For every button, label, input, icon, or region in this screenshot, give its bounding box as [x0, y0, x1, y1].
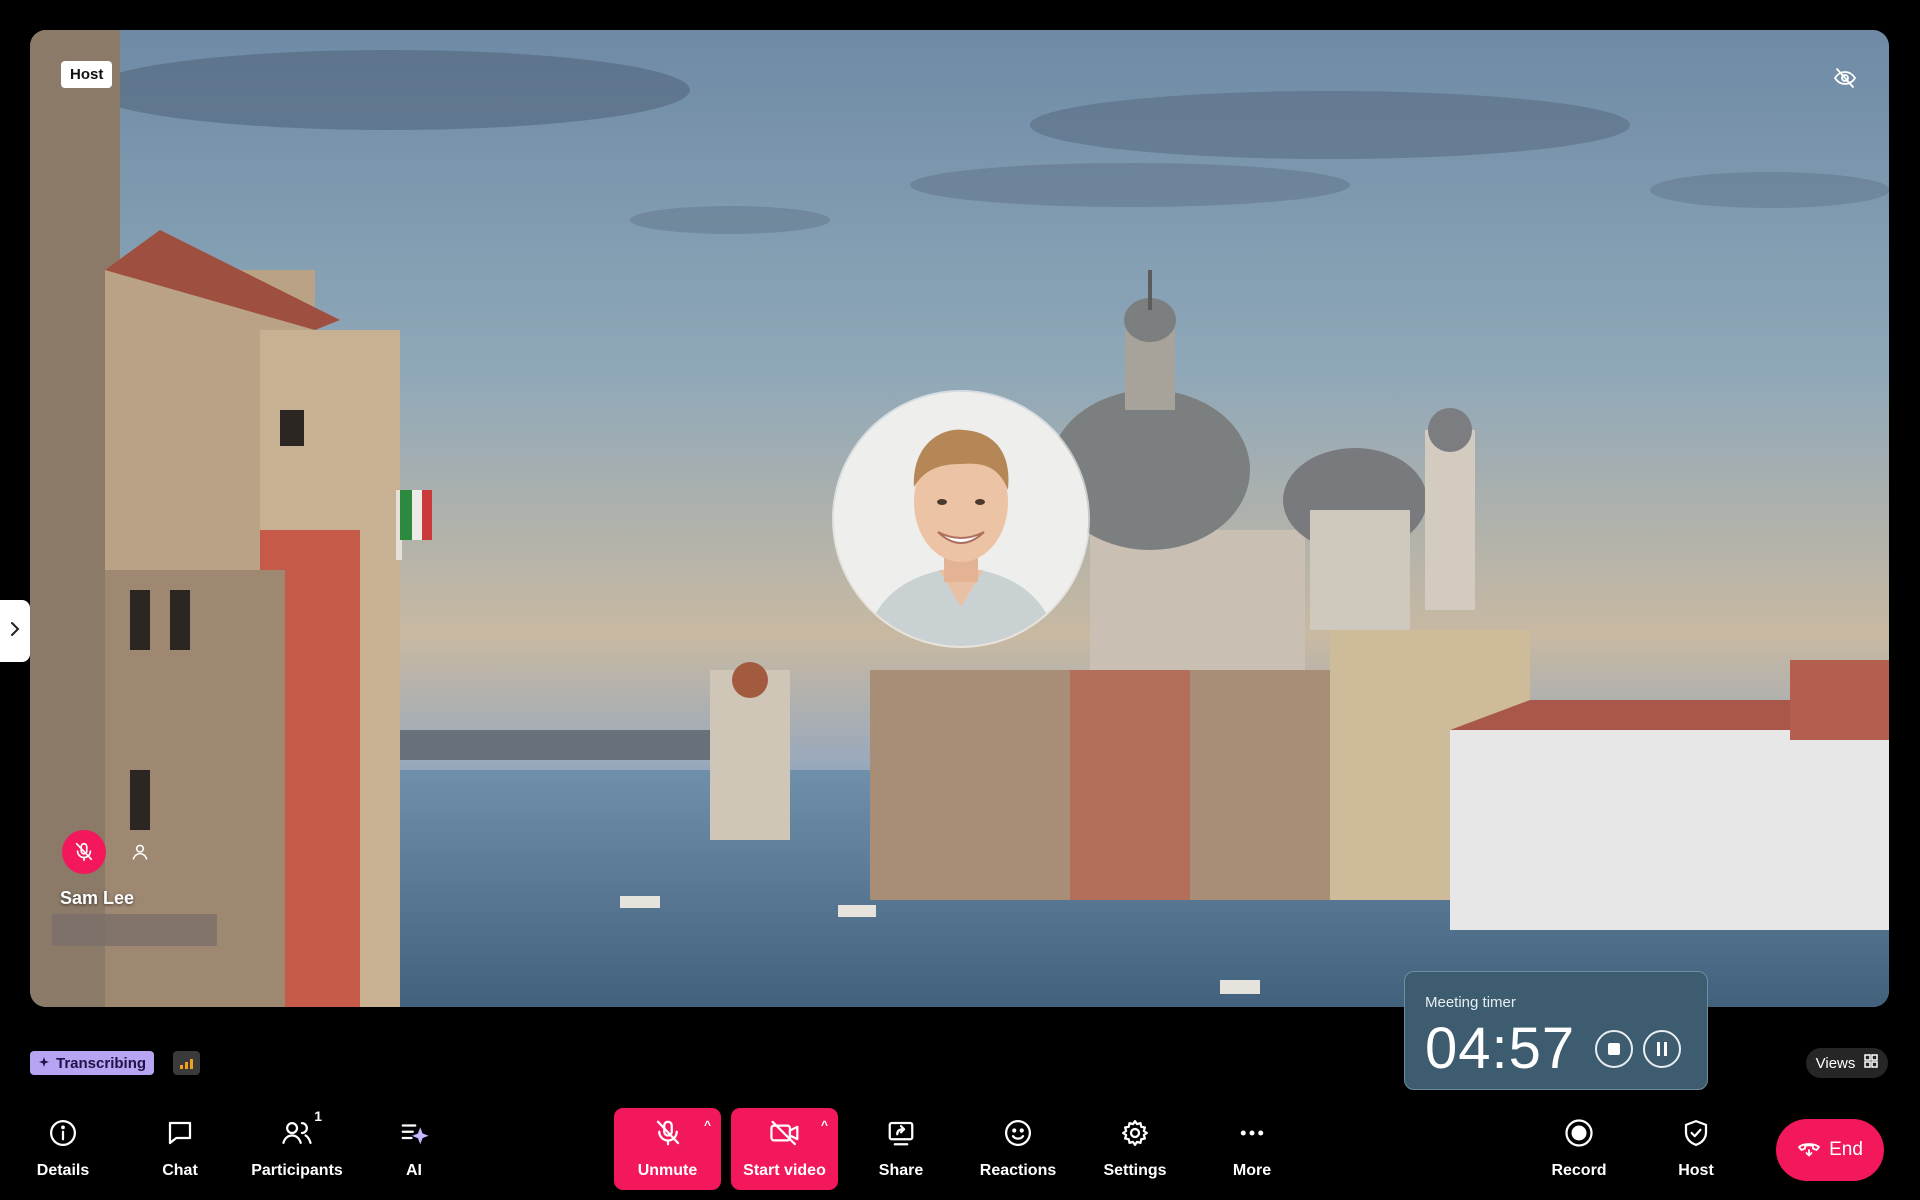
- chevron-up-icon[interactable]: ^: [821, 1118, 828, 1132]
- share-screen-icon: [884, 1116, 918, 1150]
- video-off-icon: [768, 1116, 802, 1150]
- reactions-label: Reactions: [979, 1162, 1057, 1179]
- timer-value: 04:57: [1425, 1016, 1576, 1081]
- ai-button[interactable]: AI: [359, 1108, 469, 1190]
- settings-label: Settings: [1103, 1162, 1167, 1179]
- host-tag: Host: [61, 61, 113, 88]
- settings-button[interactable]: Settings: [1080, 1108, 1190, 1190]
- mic-off-icon: [651, 1116, 685, 1150]
- gear-icon: [1118, 1116, 1152, 1150]
- ai-label: AI: [406, 1162, 422, 1179]
- end-label: End: [1829, 1139, 1863, 1160]
- host-button[interactable]: Host: [1641, 1108, 1751, 1190]
- transcribing-label: Transcribing: [56, 1054, 147, 1072]
- share-label: Share: [878, 1162, 924, 1179]
- details-label: Details: [36, 1162, 90, 1179]
- start-video-button[interactable]: ^ Start video: [731, 1108, 838, 1190]
- reactions-button[interactable]: Reactions: [963, 1108, 1073, 1190]
- name-strip: [52, 914, 217, 946]
- video-stage: Host Sam Lee: [30, 30, 1889, 1007]
- participants-button[interactable]: 1 Participants: [242, 1108, 352, 1190]
- chevron-right-icon: [8, 619, 22, 644]
- views-button[interactable]: Views: [1806, 1048, 1888, 1078]
- share-button[interactable]: Share: [846, 1108, 956, 1190]
- smiley-icon: [1001, 1116, 1035, 1150]
- record-button[interactable]: Record: [1524, 1108, 1634, 1190]
- timer-stop-button[interactable]: [1595, 1030, 1634, 1068]
- participant-avatar: [834, 392, 1088, 646]
- hide-self-view-icon[interactable]: [1831, 64, 1859, 92]
- timer-title: Meeting timer: [1425, 994, 1516, 1011]
- more-label: More: [1232, 1162, 1272, 1179]
- chat-bubble-icon: [163, 1116, 197, 1150]
- hang-up-icon: [1797, 1136, 1821, 1164]
- end-meeting-button[interactable]: End: [1776, 1119, 1884, 1181]
- mic-muted-badge: [62, 830, 106, 874]
- ellipsis-icon: [1235, 1116, 1269, 1150]
- transcribing-badge[interactable]: Transcribing: [30, 1051, 155, 1075]
- unmute-label: Unmute: [637, 1162, 698, 1179]
- pause-icon: [1657, 1042, 1668, 1056]
- connection-signal-icon[interactable]: [173, 1051, 200, 1075]
- participant-name: Sam Lee: [60, 888, 135, 908]
- sparkle-icon: [38, 1055, 50, 1072]
- participants-count: 1: [314, 1108, 322, 1124]
- shield-check-icon: [1679, 1116, 1713, 1150]
- host-label: Host: [1678, 1162, 1714, 1179]
- person-icon: [130, 842, 150, 862]
- timer-pause-button[interactable]: [1643, 1030, 1682, 1068]
- record-label: Record: [1551, 1162, 1607, 1179]
- stop-icon: [1608, 1043, 1621, 1055]
- ai-sparkle-icon: [397, 1116, 431, 1150]
- expand-panel-button[interactable]: [0, 600, 30, 662]
- participants-label: Participants: [251, 1162, 343, 1179]
- record-icon: [1562, 1116, 1596, 1150]
- grid-icon: [1864, 1054, 1879, 1072]
- people-icon: 1: [280, 1108, 322, 1150]
- meeting-timer: Meeting timer 04:57: [1404, 971, 1708, 1090]
- info-icon: [46, 1116, 80, 1150]
- views-label: Views: [1815, 1054, 1856, 1072]
- start-video-label: Start video: [743, 1162, 826, 1179]
- more-button[interactable]: More: [1197, 1108, 1307, 1190]
- details-button[interactable]: Details: [8, 1108, 118, 1190]
- chevron-up-icon[interactable]: ^: [704, 1118, 711, 1132]
- chat-label: Chat: [162, 1162, 198, 1179]
- chat-button[interactable]: Chat: [125, 1108, 235, 1190]
- unmute-button[interactable]: ^ Unmute: [614, 1108, 721, 1190]
